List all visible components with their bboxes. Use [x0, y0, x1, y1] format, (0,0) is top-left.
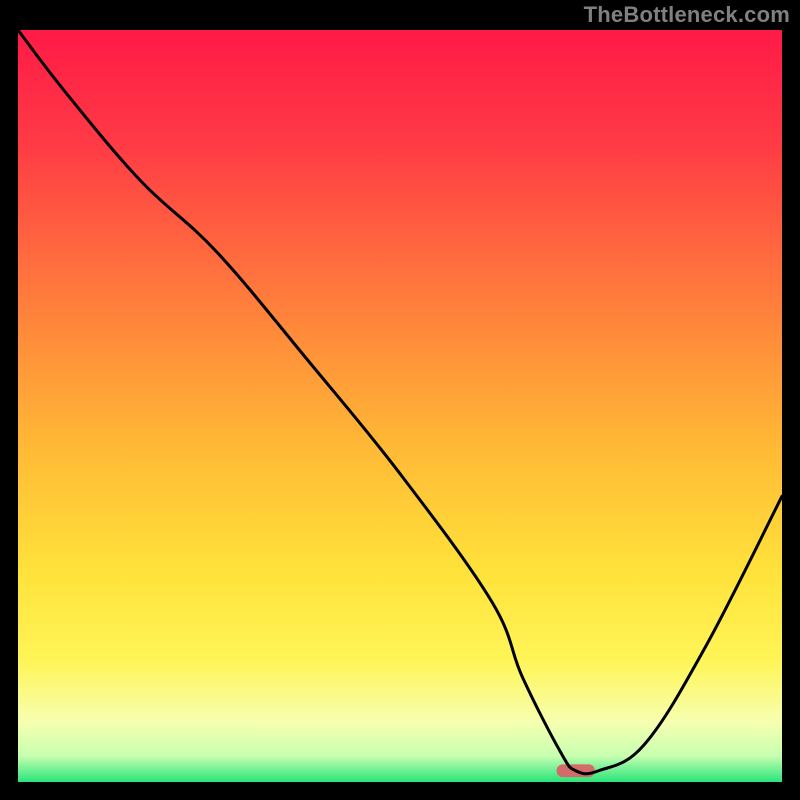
- plot-svg: [18, 30, 782, 782]
- chart-frame: TheBottleneck.com: [0, 0, 800, 800]
- plot-area: [18, 30, 782, 782]
- gradient-background: [18, 30, 782, 782]
- watermark-text: TheBottleneck.com: [584, 2, 790, 28]
